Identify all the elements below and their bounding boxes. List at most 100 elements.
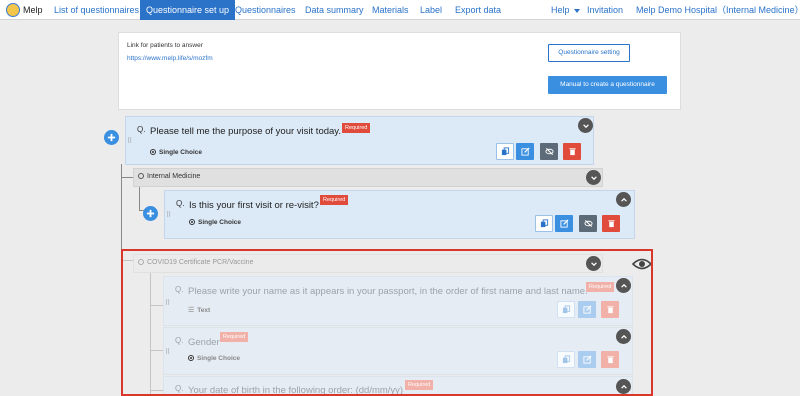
expand-button[interactable] <box>616 379 631 394</box>
drag-handle-icon[interactable]: ⠿ <box>166 211 171 219</box>
required-badge: Required <box>586 282 615 292</box>
question-card[interactable]: Q. Gender Required ⠿ Single Choice <box>163 327 633 375</box>
drag-handle-icon[interactable]: ⠿ <box>165 299 170 307</box>
tree-line <box>150 350 163 351</box>
collapse-button[interactable] <box>578 118 593 133</box>
required-badge: Required <box>342 123 371 133</box>
logo-icon <box>6 3 20 17</box>
question-prefix: Q. <box>175 285 184 294</box>
group-header[interactable]: COVID19 Certificate PCR/Vaccine <box>133 254 603 273</box>
question-card[interactable]: Q. Please tell me the purpose of your vi… <box>125 116 594 165</box>
hide-button[interactable] <box>579 215 597 232</box>
group-title-text: COVID19 Certificate PCR/Vaccine <box>147 259 254 266</box>
chevron-up-icon <box>620 197 627 202</box>
radio-icon <box>138 173 144 179</box>
question-type-label: Single Choice <box>197 355 240 362</box>
question-type: Single Choice <box>150 149 202 156</box>
nav-list-of-questionnaires[interactable]: List of questionnaires <box>48 0 145 20</box>
question-text: Your date of birth in the following orde… <box>188 385 404 396</box>
copy-icon <box>562 305 570 314</box>
question-prefix: Q. <box>137 125 146 134</box>
question-type: Single Choice <box>189 219 241 226</box>
question-type: Single Choice <box>188 355 240 362</box>
nav-data-summary[interactable]: Data summary <box>299 0 370 20</box>
patient-link[interactable]: https://www.melp.life/s/mozfm <box>127 55 213 62</box>
radio-icon <box>189 219 195 225</box>
tree-line <box>139 186 140 210</box>
delete-button[interactable] <box>602 215 620 232</box>
hide-button[interactable] <box>540 143 558 160</box>
question-prefix: Q. <box>175 336 184 345</box>
collapse-button[interactable] <box>586 170 601 185</box>
nav-invitation[interactable]: Invitation <box>581 0 629 20</box>
expand-button[interactable] <box>616 192 631 207</box>
chevron-down-icon <box>590 261 597 266</box>
copy-button[interactable] <box>557 351 575 368</box>
tree-line <box>121 260 133 261</box>
question-prefix: Q. <box>175 384 184 393</box>
drag-handle-icon[interactable]: ⠿ <box>165 348 170 356</box>
question-text: Gender <box>188 337 220 348</box>
add-question-button[interactable] <box>104 130 119 145</box>
nav-materials[interactable]: Materials <box>366 0 415 20</box>
radio-icon <box>188 355 194 361</box>
group-title: Internal Medicine <box>138 173 200 180</box>
required-badge: Required <box>405 380 434 390</box>
question-prefix: Q. <box>176 199 185 208</box>
chevron-down-icon <box>590 175 597 180</box>
edit-button[interactable] <box>555 215 573 232</box>
add-question-button[interactable] <box>143 206 158 221</box>
help-menu[interactable]: Help <box>545 0 586 20</box>
trash-icon <box>568 148 576 156</box>
question-text: Please write your name as it appears in … <box>188 286 588 297</box>
expand-button[interactable] <box>616 278 631 293</box>
expand-button[interactable] <box>616 329 631 344</box>
drag-handle-icon[interactable]: ⠿ <box>127 137 132 145</box>
nav-questionnaires[interactable]: Questionnaires <box>229 0 302 20</box>
question-type-label: Single Choice <box>159 149 202 156</box>
delete-button[interactable] <box>563 143 581 160</box>
show-eye-icon[interactable] <box>632 257 652 271</box>
edit-button[interactable] <box>516 143 534 160</box>
edit-button[interactable] <box>578 301 596 318</box>
app-logo[interactable]: Melp <box>6 2 43 18</box>
copy-button[interactable] <box>535 215 553 232</box>
eye-slash-icon <box>544 147 554 156</box>
tree-line <box>121 177 133 178</box>
question-type-label: Single Choice <box>198 219 241 226</box>
question-card[interactable]: Q. Please write your name as it appears … <box>163 276 633 326</box>
chevron-up-icon <box>620 334 627 339</box>
tree-line <box>150 390 163 391</box>
delete-button[interactable] <box>601 301 619 318</box>
question-card[interactable]: Q. Is this your first visit or re-visit?… <box>164 190 635 239</box>
collapse-button[interactable] <box>586 256 601 271</box>
manual-button[interactable]: Manual to create a questionnaire <box>548 76 667 94</box>
required-badge: Required <box>320 195 349 205</box>
plus-icon <box>107 133 116 142</box>
plus-icon <box>146 209 155 218</box>
question-card[interactable]: Q. Your date of birth in the following o… <box>163 376 633 396</box>
text-lines-icon: ☰ <box>188 307 195 314</box>
group-title: COVID19 Certificate PCR/Vaccine <box>138 259 253 266</box>
copy-button[interactable] <box>496 143 514 160</box>
edit-icon <box>559 219 569 228</box>
nav-label[interactable]: Label <box>414 0 448 20</box>
chevron-down-icon <box>582 123 589 128</box>
link-label: Link for patients to answer <box>127 42 203 49</box>
hospital-menu[interactable]: Melp Demo Hospital（Internal Medicine） <box>630 0 800 20</box>
copy-button[interactable] <box>557 301 575 318</box>
edit-icon <box>520 147 530 156</box>
group-title-text: Internal Medicine <box>147 173 201 180</box>
trash-icon <box>607 220 615 228</box>
radio-icon <box>150 149 156 155</box>
required-badge: Required <box>220 332 249 342</box>
nav-export-data[interactable]: Export data <box>449 0 507 20</box>
edit-button[interactable] <box>578 351 596 368</box>
radio-icon <box>138 259 144 265</box>
questionnaire-setting-button[interactable]: Questionnaire setting <box>548 44 630 62</box>
group-header[interactable]: Internal Medicine <box>133 168 603 187</box>
tree-line <box>150 272 151 396</box>
copy-icon <box>501 147 509 156</box>
delete-button[interactable] <box>601 351 619 368</box>
nav-questionnaire-set-up[interactable]: Questionnaire set up <box>140 0 236 20</box>
